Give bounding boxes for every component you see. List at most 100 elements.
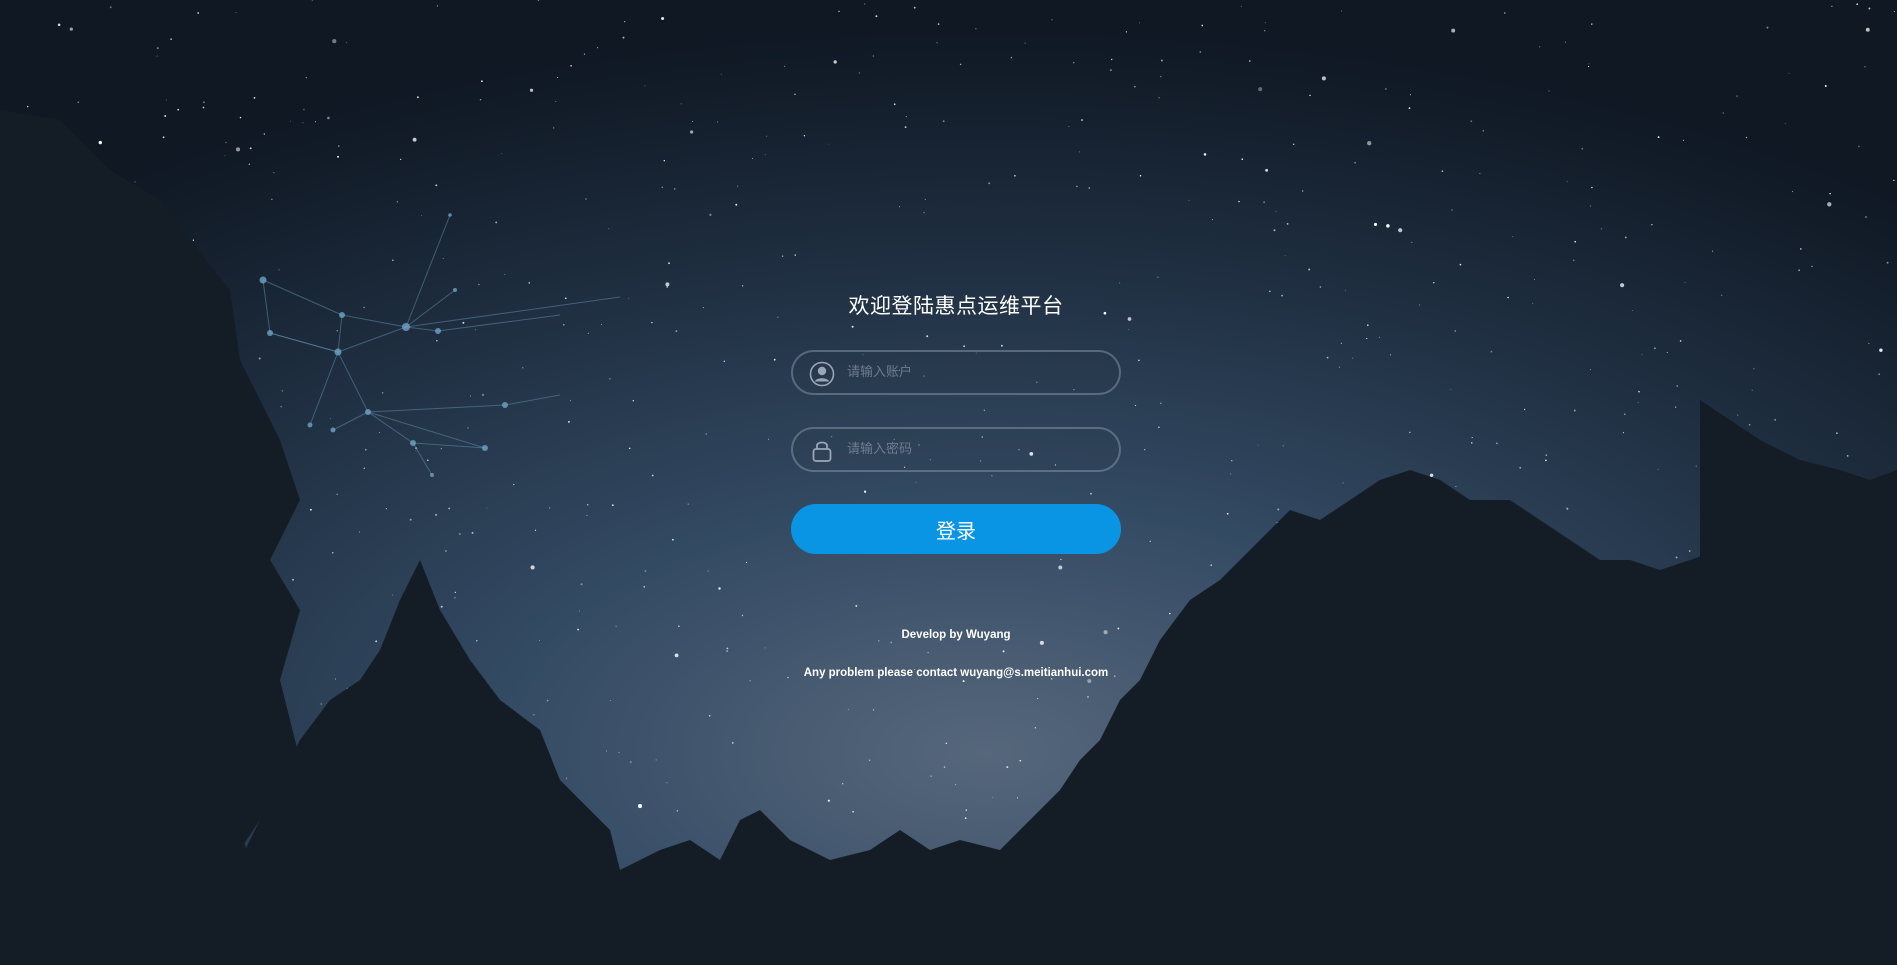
account-field[interactable] bbox=[791, 350, 1121, 395]
star bbox=[661, 186, 664, 189]
account-input[interactable] bbox=[847, 352, 1107, 393]
star bbox=[1459, 263, 1462, 266]
star bbox=[1512, 236, 1514, 237]
star bbox=[1144, 448, 1146, 451]
star bbox=[838, 10, 840, 13]
star bbox=[1831, 5, 1833, 8]
star bbox=[530, 565, 535, 570]
star bbox=[479, 99, 482, 101]
star bbox=[675, 330, 678, 333]
star bbox=[611, 504, 614, 507]
star bbox=[469, 395, 471, 397]
star bbox=[396, 201, 398, 203]
star bbox=[1249, 60, 1251, 62]
star bbox=[363, 467, 365, 469]
star bbox=[768, 438, 770, 440]
login-button[interactable]: 登录 bbox=[791, 504, 1121, 554]
star bbox=[618, 751, 620, 754]
password-input[interactable] bbox=[847, 429, 1107, 470]
star bbox=[609, 700, 611, 701]
star bbox=[1210, 564, 1213, 567]
star bbox=[202, 106, 205, 109]
star bbox=[302, 122, 304, 124]
star bbox=[1588, 65, 1590, 68]
star bbox=[1433, 282, 1435, 284]
star bbox=[651, 474, 654, 477]
star bbox=[495, 221, 498, 224]
star bbox=[162, 136, 165, 139]
star bbox=[1879, 348, 1883, 352]
star bbox=[1507, 296, 1509, 299]
star bbox=[644, 85, 646, 87]
star bbox=[1157, 276, 1159, 278]
star bbox=[1258, 87, 1263, 92]
star bbox=[177, 108, 180, 111]
star bbox=[528, 282, 531, 284]
star bbox=[1238, 200, 1240, 203]
star bbox=[1745, 136, 1748, 139]
star bbox=[794, 93, 796, 96]
star bbox=[1676, 385, 1678, 387]
star bbox=[690, 130, 694, 134]
star bbox=[165, 99, 167, 101]
star bbox=[156, 55, 158, 57]
star bbox=[57, 23, 61, 27]
star bbox=[336, 330, 338, 332]
star bbox=[1682, 139, 1684, 141]
star bbox=[1588, 63, 1590, 65]
star bbox=[628, 297, 630, 299]
star bbox=[156, 47, 159, 50]
star bbox=[781, 255, 784, 257]
star bbox=[1321, 76, 1326, 81]
star bbox=[1409, 94, 1412, 96]
star bbox=[988, 182, 991, 185]
login-panel: 欢迎登陆惠点运维平台 登录 Develop by Wuyang Any prob… bbox=[791, 288, 1121, 680]
star bbox=[1470, 120, 1473, 123]
star bbox=[942, 120, 945, 123]
star bbox=[1301, 190, 1304, 192]
star bbox=[1450, 388, 1452, 390]
star bbox=[1893, 11, 1895, 13]
star bbox=[310, 508, 312, 511]
star bbox=[1748, 423, 1751, 426]
star bbox=[1573, 259, 1575, 261]
star bbox=[1589, 369, 1592, 371]
password-field[interactable] bbox=[791, 427, 1121, 472]
star bbox=[655, 759, 657, 761]
star bbox=[936, 42, 938, 44]
star bbox=[1282, 445, 1284, 447]
star bbox=[440, 448, 442, 450]
star bbox=[905, 115, 908, 118]
star bbox=[702, 307, 704, 309]
star bbox=[828, 143, 830, 145]
star bbox=[1352, 357, 1354, 359]
star bbox=[1286, 223, 1289, 225]
star bbox=[1638, 391, 1640, 393]
star bbox=[1127, 317, 1132, 321]
star bbox=[1451, 28, 1456, 33]
star bbox=[1657, 136, 1660, 139]
star bbox=[872, 709, 875, 711]
star bbox=[904, 126, 907, 129]
star bbox=[609, 378, 611, 380]
star bbox=[1257, 444, 1259, 446]
star bbox=[1545, 454, 1548, 456]
star bbox=[1753, 368, 1755, 370]
star bbox=[1016, 797, 1019, 799]
star bbox=[567, 420, 570, 423]
star bbox=[1620, 283, 1625, 288]
star bbox=[705, 433, 707, 435]
star bbox=[847, 708, 849, 710]
star bbox=[170, 38, 172, 40]
star bbox=[1139, 22, 1141, 24]
star bbox=[570, 400, 571, 402]
star bbox=[868, 759, 871, 762]
star bbox=[280, 406, 282, 408]
star bbox=[1068, 125, 1070, 127]
star bbox=[1827, 202, 1832, 207]
star bbox=[735, 203, 738, 206]
star bbox=[1263, 201, 1265, 204]
star bbox=[1523, 408, 1526, 411]
star bbox=[77, 101, 80, 104]
star bbox=[332, 38, 337, 44]
